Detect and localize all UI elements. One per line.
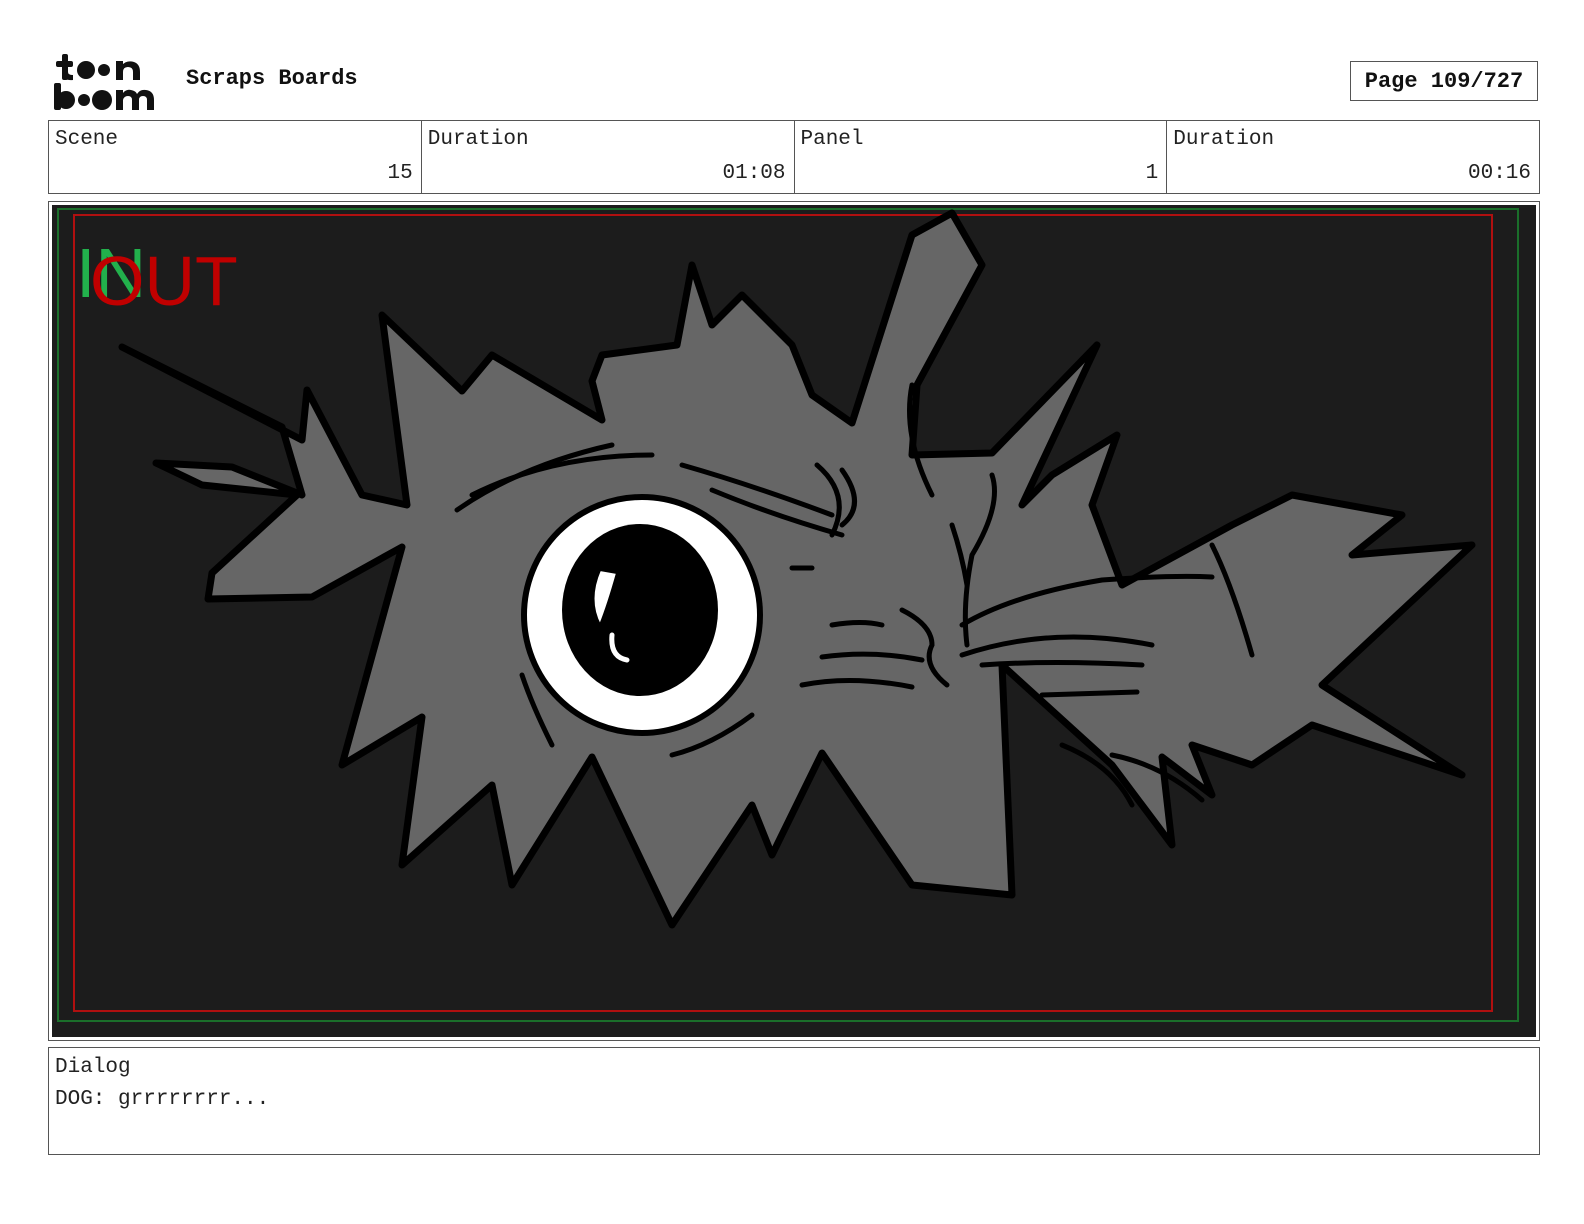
eye — [521, 494, 763, 736]
out-marker: OUT — [90, 242, 238, 320]
scene-duration-cell: Duration 01:08 — [422, 121, 795, 193]
panel-value: 1 — [1145, 162, 1159, 185]
panel-label: Panel — [800, 128, 864, 151]
panel-duration-cell: Duration 00:16 — [1167, 121, 1539, 193]
dialog-text: DOG: grrrrrrrr... — [55, 1088, 270, 1111]
dialog-label: Dialog — [55, 1056, 131, 1079]
scene-label: Scene — [55, 128, 119, 151]
scene-cell: Scene 15 — [49, 121, 422, 193]
scene-duration-label: Duration — [427, 128, 529, 151]
panel-cell: Panel 1 — [795, 121, 1168, 193]
scene-duration-value: 01:08 — [722, 162, 786, 185]
toonboom-logo — [54, 54, 154, 110]
panel-info-row: Scene 15 Duration 01:08 Panel 1 Duration… — [48, 120, 1540, 194]
page-counter: Page 109/727 — [1350, 61, 1538, 101]
dialog-box: Dialog DOG: grrrrrrrr... — [48, 1047, 1540, 1155]
panel-duration-label: Duration — [1173, 128, 1275, 151]
panel-duration-value: 00:16 — [1467, 162, 1531, 185]
scene-value: 15 — [387, 162, 413, 185]
document-title: Scraps Boards — [186, 66, 358, 91]
panel-drawing: IN OUT — [52, 205, 1536, 1037]
